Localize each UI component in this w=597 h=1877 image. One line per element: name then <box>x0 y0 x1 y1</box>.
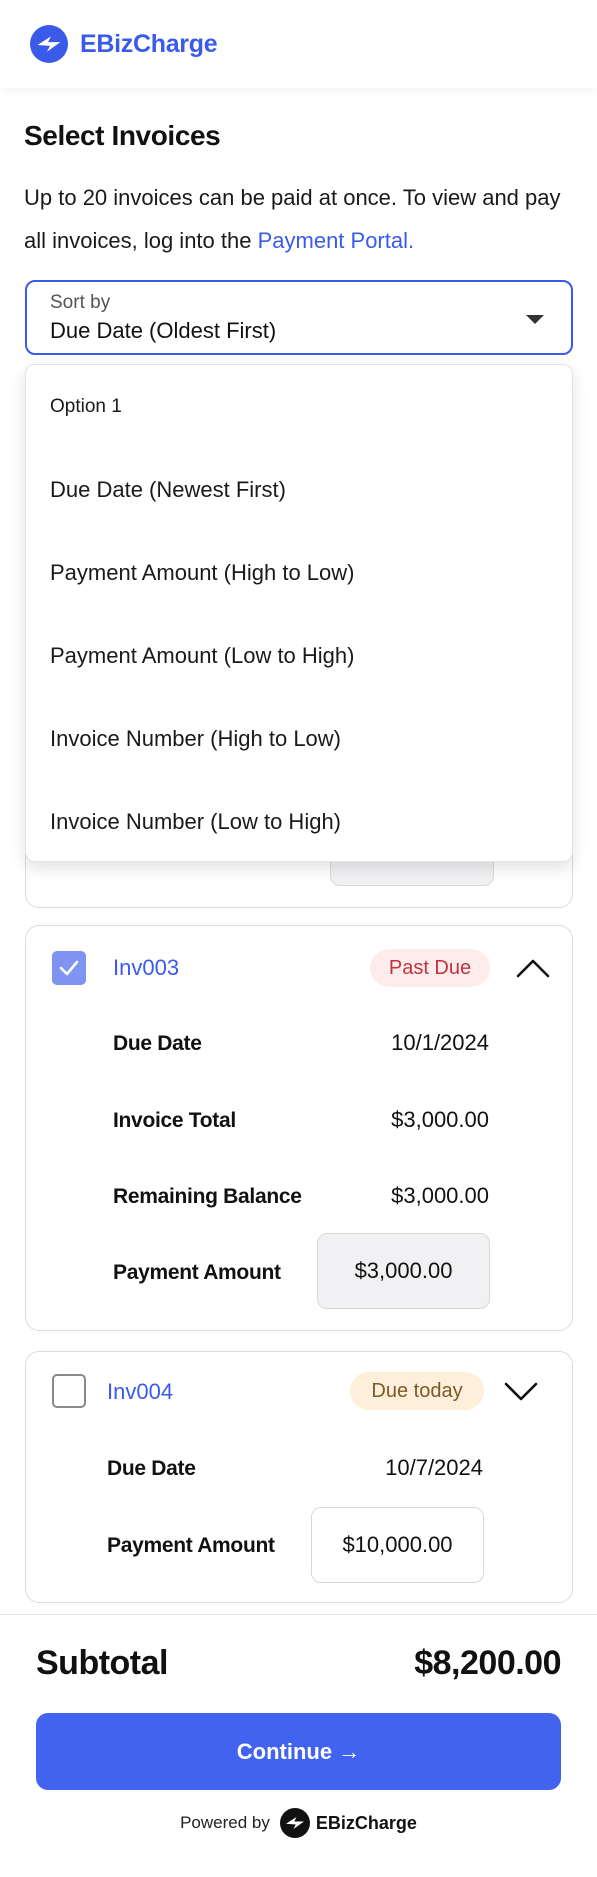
subtotal-label: Subtotal <box>36 1644 168 1682</box>
footer-divider <box>0 1614 597 1615</box>
detail-label: Due Date <box>107 1457 196 1480</box>
detail-value: $3,000.00 <box>391 1107 489 1132</box>
ebizcharge-logo-icon <box>30 25 68 63</box>
page-title: Select Invoices <box>24 120 221 151</box>
status-badge: Past Due <box>370 949 490 987</box>
detail-value: 10/7/2024 <box>385 1455 483 1480</box>
detail-label: Remaining Balance <box>113 1185 302 1208</box>
invoice-card <box>25 925 573 1331</box>
sort-option[interactable]: Payment Amount (High to Low) <box>26 531 572 614</box>
sort-label: Sort by <box>50 292 111 313</box>
powered-by-brand: EBizCharge <box>315 1812 417 1833</box>
sort-option[interactable]: Invoice Number (High to Low) <box>26 697 572 780</box>
powered-by-text: Powered by <box>180 1813 270 1832</box>
detail-value: 10/1/2024 <box>391 1030 489 1055</box>
caret-down-icon <box>526 315 544 324</box>
sort-option[interactable]: Due Date (Newest First) <box>26 448 572 531</box>
sort-value: Due Date (Oldest First) <box>50 318 277 343</box>
subtotal-value: $8,200.00 <box>414 1644 561 1682</box>
status-badge: Due today <box>350 1372 484 1410</box>
chevron-up-icon[interactable] <box>515 956 551 980</box>
payment-amount-input[interactable]: $10,000.00 <box>311 1507 484 1583</box>
brand-name: EBizCharge <box>80 29 218 58</box>
invoice-number-link[interactable]: Inv003 <box>113 955 179 981</box>
sort-option[interactable]: Payment Amount (Low to High) <box>26 614 572 697</box>
continue-button[interactable]: Continue → <box>36 1713 561 1790</box>
sort-options-menu: Option 1 Due Date (Newest First) Payment… <box>25 364 573 862</box>
checkmark-icon <box>59 960 79 976</box>
payment-portal-link[interactable]: Payment Portal. <box>258 228 415 253</box>
app-header: EBizCharge <box>0 0 597 88</box>
sort-option[interactable]: Invoice Number (Low to High) <box>26 780 572 863</box>
payment-amount-label: Payment Amount <box>107 1534 275 1557</box>
sort-select[interactable]: Sort by Due Date (Oldest First) <box>25 280 573 355</box>
detail-value: $3,000.00 <box>391 1183 489 1208</box>
detail-label: Due Date <box>113 1032 202 1055</box>
ebizcharge-logo-icon <box>279 1808 310 1838</box>
invoice-checkbox[interactable] <box>52 1374 86 1408</box>
sort-option[interactable]: Option 1 <box>26 365 572 448</box>
payment-amount-input[interactable]: $3,000.00 <box>317 1233 490 1309</box>
chevron-down-icon[interactable] <box>503 1379 539 1403</box>
powered-by: Powered by EBizCharge <box>0 1808 597 1838</box>
intro-text: Up to 20 invoices can be paid at once. T… <box>24 176 574 262</box>
detail-label: Invoice Total <box>113 1109 236 1132</box>
invoice-checkbox[interactable] <box>52 951 86 985</box>
invoice-number-link[interactable]: Inv004 <box>107 1379 173 1405</box>
payment-amount-label: Payment Amount <box>113 1261 281 1284</box>
